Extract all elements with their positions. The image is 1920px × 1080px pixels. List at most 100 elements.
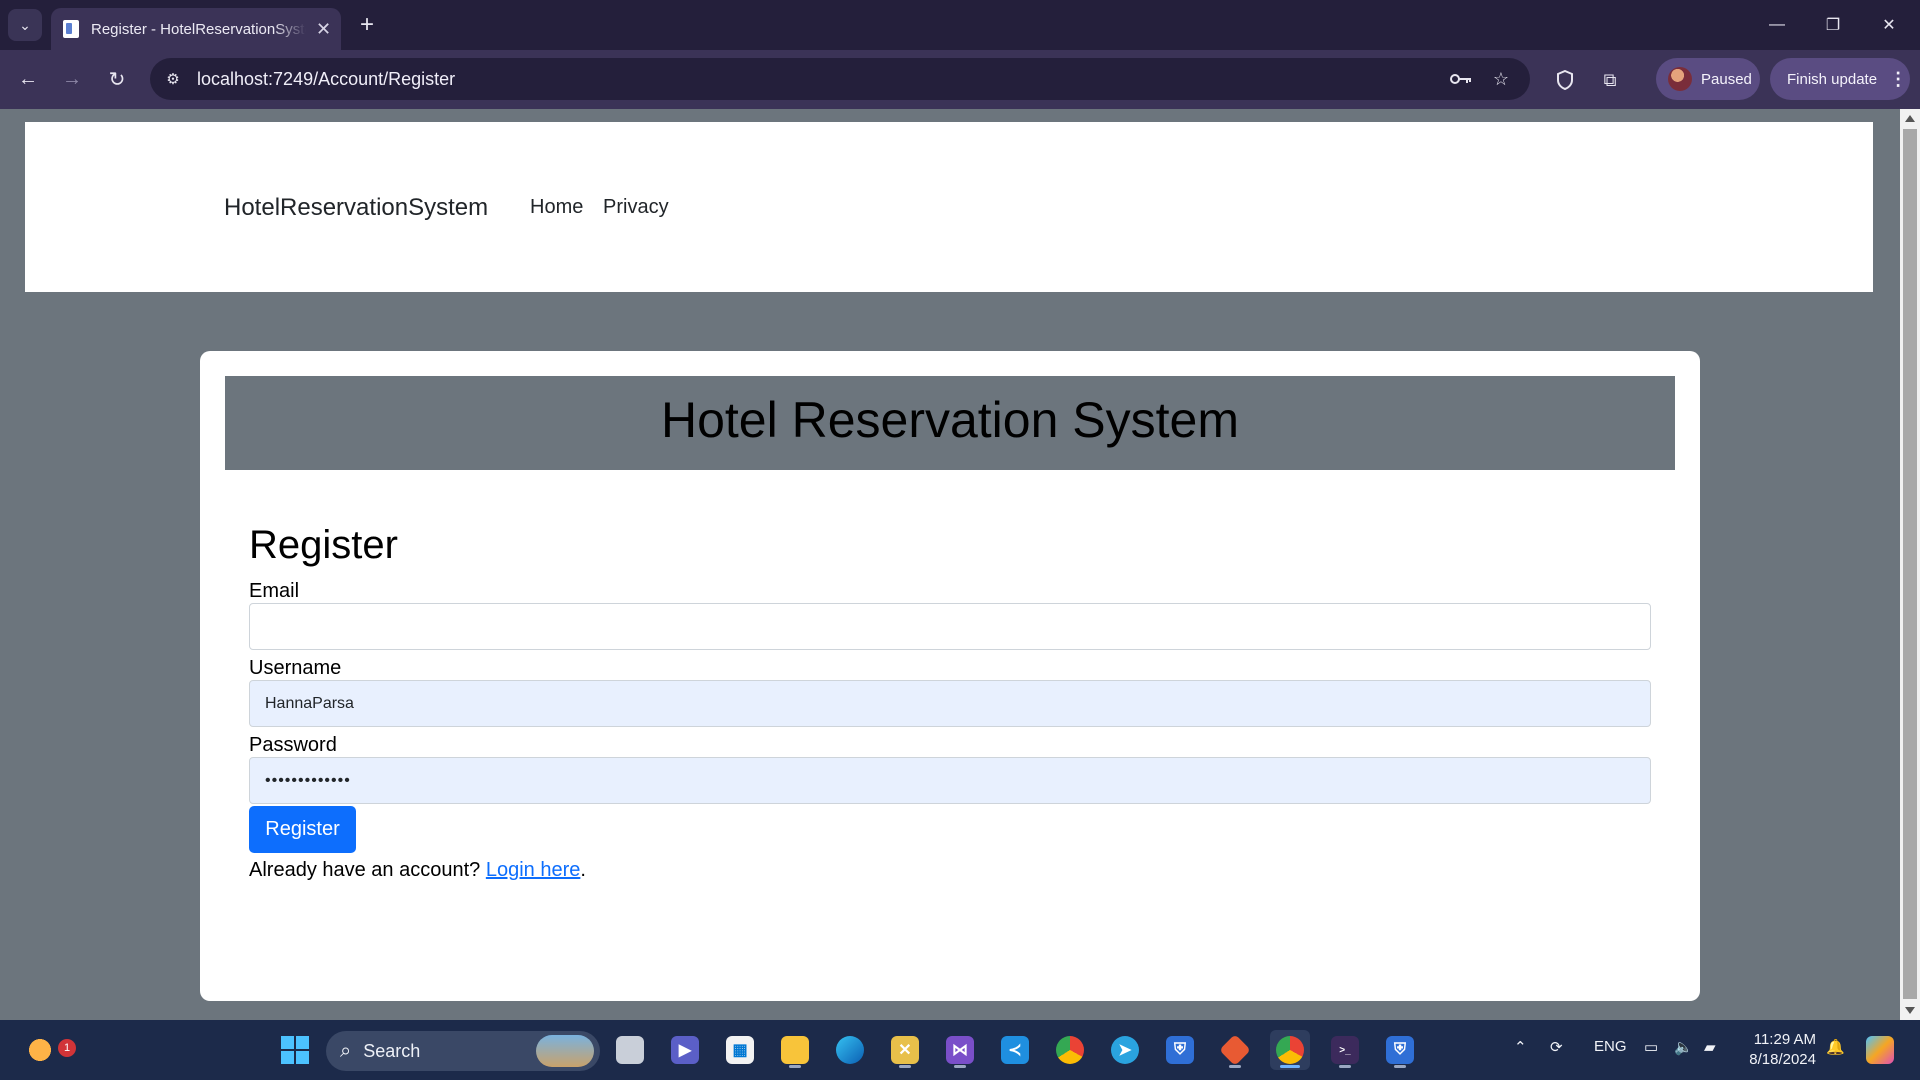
shield-app-2-icon: ⛨ bbox=[1386, 1036, 1414, 1064]
start-button[interactable] bbox=[275, 1030, 315, 1070]
bookmark-star-icon[interactable]: ☆ bbox=[1488, 67, 1514, 91]
username-field[interactable] bbox=[249, 680, 1651, 727]
network-icon[interactable]: ▭ bbox=[1644, 1038, 1658, 1056]
active-indicator bbox=[1280, 1065, 1300, 1068]
taskbar-shield-app-2[interactable]: ⛨ bbox=[1380, 1030, 1420, 1070]
nav-link-home[interactable]: Home bbox=[530, 196, 583, 219]
nav-link-privacy[interactable]: Privacy bbox=[603, 196, 669, 219]
extension-shield-icon[interactable] bbox=[1551, 66, 1579, 94]
more-menu-icon: ⋮ bbox=[1889, 68, 1908, 89]
login-prompt: Already have an account? Login here. bbox=[249, 859, 1651, 882]
chrome-active-icon bbox=[1276, 1036, 1304, 1064]
form-heading: Register bbox=[249, 523, 398, 567]
password-label: Password bbox=[249, 734, 337, 756]
email-field[interactable] bbox=[249, 603, 1651, 650]
language-indicator[interactable]: ENG bbox=[1594, 1038, 1627, 1055]
taskbar-edge[interactable] bbox=[830, 1030, 870, 1070]
notification-badge: 1 bbox=[58, 1039, 76, 1057]
tab-search-button[interactable]: ⌄ bbox=[8, 9, 42, 41]
taskbar-teams[interactable]: ▶ bbox=[665, 1030, 705, 1070]
task-view-icon bbox=[616, 1036, 644, 1064]
sql-tool-icon: ✕ bbox=[891, 1036, 919, 1064]
register-form: Register Email Username Password Registe… bbox=[249, 521, 1651, 882]
scroll-up-icon[interactable] bbox=[1905, 115, 1915, 122]
taskbar-git[interactable] bbox=[1215, 1030, 1255, 1070]
running-indicator bbox=[789, 1065, 801, 1068]
running-indicator bbox=[1229, 1065, 1241, 1068]
taskbar-search[interactable]: ⌕ Search bbox=[326, 1031, 600, 1071]
browser-tab[interactable]: Register - HotelReservationSystem ✕ bbox=[51, 8, 341, 50]
git-icon bbox=[1219, 1034, 1251, 1066]
volume-icon[interactable]: 🔈 bbox=[1674, 1038, 1693, 1056]
site-info-button[interactable]: ⚙ bbox=[160, 66, 186, 92]
forward-button[interactable]: → bbox=[56, 63, 88, 95]
taskbar-visual-studio[interactable]: ⋈ bbox=[940, 1030, 980, 1070]
store-icon: ▦ bbox=[726, 1036, 754, 1064]
system-clock[interactable]: 11:29 AM 8/18/2024 bbox=[1734, 1030, 1816, 1070]
widgets-icon bbox=[26, 1036, 54, 1064]
shield-app-icon: ⛨ bbox=[1166, 1036, 1194, 1064]
taskbar-vscode[interactable]: ≺ bbox=[995, 1030, 1035, 1070]
minimize-button[interactable]: — bbox=[1755, 10, 1799, 40]
show-hidden-icons-icon[interactable]: ⌃ bbox=[1514, 1038, 1527, 1056]
profile-button[interactable]: Paused bbox=[1656, 58, 1760, 100]
taskbar-store[interactable]: ▦ bbox=[720, 1030, 760, 1070]
running-indicator bbox=[899, 1065, 911, 1068]
copilot-button[interactable] bbox=[1860, 1030, 1900, 1070]
site-navbar: HotelReservationSystem Home Privacy bbox=[25, 122, 1873, 292]
hero-banner: Hotel Reservation System bbox=[225, 376, 1675, 470]
taskbar-terminal[interactable]: >_ bbox=[1325, 1030, 1365, 1070]
copilot-icon bbox=[1866, 1036, 1894, 1064]
arrow-right-icon: → bbox=[62, 67, 82, 90]
taskbar-task-view[interactable] bbox=[610, 1030, 650, 1070]
notifications-bell-icon[interactable]: 🔔 bbox=[1826, 1038, 1845, 1056]
running-indicator bbox=[1394, 1065, 1406, 1068]
scroll-thumb[interactable] bbox=[1903, 129, 1917, 999]
taskbar-chrome[interactable] bbox=[1050, 1030, 1090, 1070]
terminal-icon: >_ bbox=[1331, 1036, 1359, 1064]
login-prompt-text: Already have an account? bbox=[249, 859, 481, 881]
register-button[interactable]: Register bbox=[249, 806, 356, 853]
visual-studio-icon: ⋈ bbox=[946, 1036, 974, 1064]
taskbar-file-explorer[interactable] bbox=[775, 1030, 815, 1070]
search-highlight-image bbox=[536, 1035, 594, 1067]
chevron-down-icon: ⌄ bbox=[19, 16, 31, 33]
chrome-icon bbox=[1056, 1036, 1084, 1064]
address-bar[interactable]: ⚙ localhost:7249/Account/Register ☆ bbox=[150, 58, 1530, 100]
back-button[interactable]: ← bbox=[12, 63, 44, 95]
update-label: Finish update bbox=[1787, 70, 1878, 88]
browser-tab-bar: ⌄ Register - HotelReservationSystem ✕ + … bbox=[0, 0, 1920, 50]
password-key-icon[interactable] bbox=[1448, 67, 1474, 91]
register-card: Hotel Reservation System Register Email … bbox=[200, 351, 1700, 1001]
tune-icon: ⚙ bbox=[166, 71, 180, 88]
password-field[interactable] bbox=[249, 757, 1651, 804]
teams-icon: ▶ bbox=[671, 1036, 699, 1064]
page-scrollbar[interactable] bbox=[1900, 109, 1920, 1020]
weather-widget[interactable]: 1 bbox=[20, 1030, 76, 1070]
start-icon bbox=[281, 1036, 309, 1064]
search-label: Search bbox=[363, 1040, 421, 1061]
finish-update-button[interactable]: Finish update ⋮ bbox=[1770, 58, 1910, 100]
url-text[interactable]: localhost:7249/Account/Register bbox=[197, 69, 455, 90]
extensions-puzzle-icon[interactable]: ⧉ bbox=[1596, 66, 1624, 94]
sync-icon[interactable]: ⟳ bbox=[1550, 1038, 1563, 1056]
scroll-down-icon[interactable] bbox=[1905, 1007, 1915, 1014]
taskbar-chrome-active[interactable] bbox=[1270, 1030, 1310, 1070]
new-tab-button[interactable]: + bbox=[352, 10, 382, 40]
page-favicon-icon bbox=[63, 20, 79, 38]
taskbar-shield-app[interactable]: ⛨ bbox=[1160, 1030, 1200, 1070]
clock-date: 8/18/2024 bbox=[1749, 1051, 1816, 1068]
username-label: Username bbox=[249, 657, 342, 679]
email-label: Email bbox=[249, 580, 300, 602]
tab-title: Register - HotelReservationSystem bbox=[91, 20, 306, 38]
login-link[interactable]: Login here bbox=[486, 859, 581, 881]
edge-icon bbox=[836, 1036, 864, 1064]
site-brand[interactable]: HotelReservationSystem bbox=[224, 194, 488, 222]
taskbar-telegram[interactable]: ➤ bbox=[1105, 1030, 1145, 1070]
reload-button[interactable]: ↻ bbox=[101, 63, 133, 95]
restore-button[interactable]: ❐ bbox=[1811, 10, 1855, 40]
battery-icon[interactable]: ▰ bbox=[1704, 1038, 1716, 1056]
taskbar-sql-tool[interactable]: ✕ bbox=[885, 1030, 925, 1070]
close-window-button[interactable]: ✕ bbox=[1867, 10, 1911, 40]
tab-close-icon[interactable]: ✕ bbox=[316, 19, 331, 40]
